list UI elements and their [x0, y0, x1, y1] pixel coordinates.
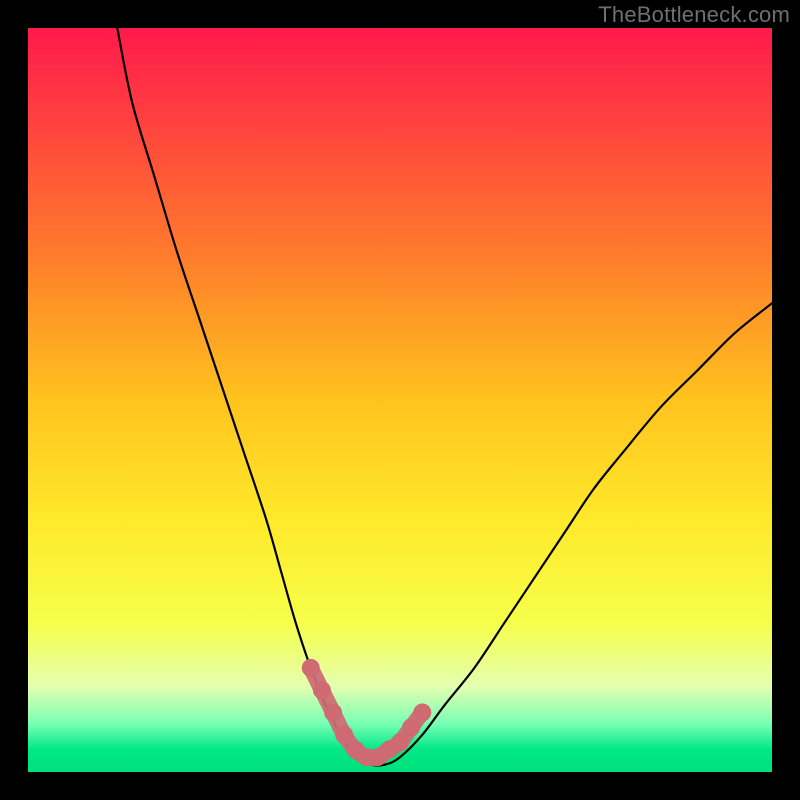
optimal-range-dot: [335, 726, 353, 744]
optimal-range-dot: [324, 703, 342, 721]
bottleneck-chart: [28, 28, 772, 772]
optimal-range-dot: [413, 703, 431, 721]
chart-frame: TheBottleneck.com: [0, 0, 800, 800]
optimal-range-dot: [391, 733, 409, 751]
optimal-range-dot: [402, 718, 420, 736]
optimal-range-dot: [302, 659, 320, 677]
gradient-background: [28, 28, 772, 772]
watermark-text: TheBottleneck.com: [598, 2, 790, 28]
optimal-range-dot: [313, 681, 331, 699]
plot-area: [28, 28, 772, 772]
